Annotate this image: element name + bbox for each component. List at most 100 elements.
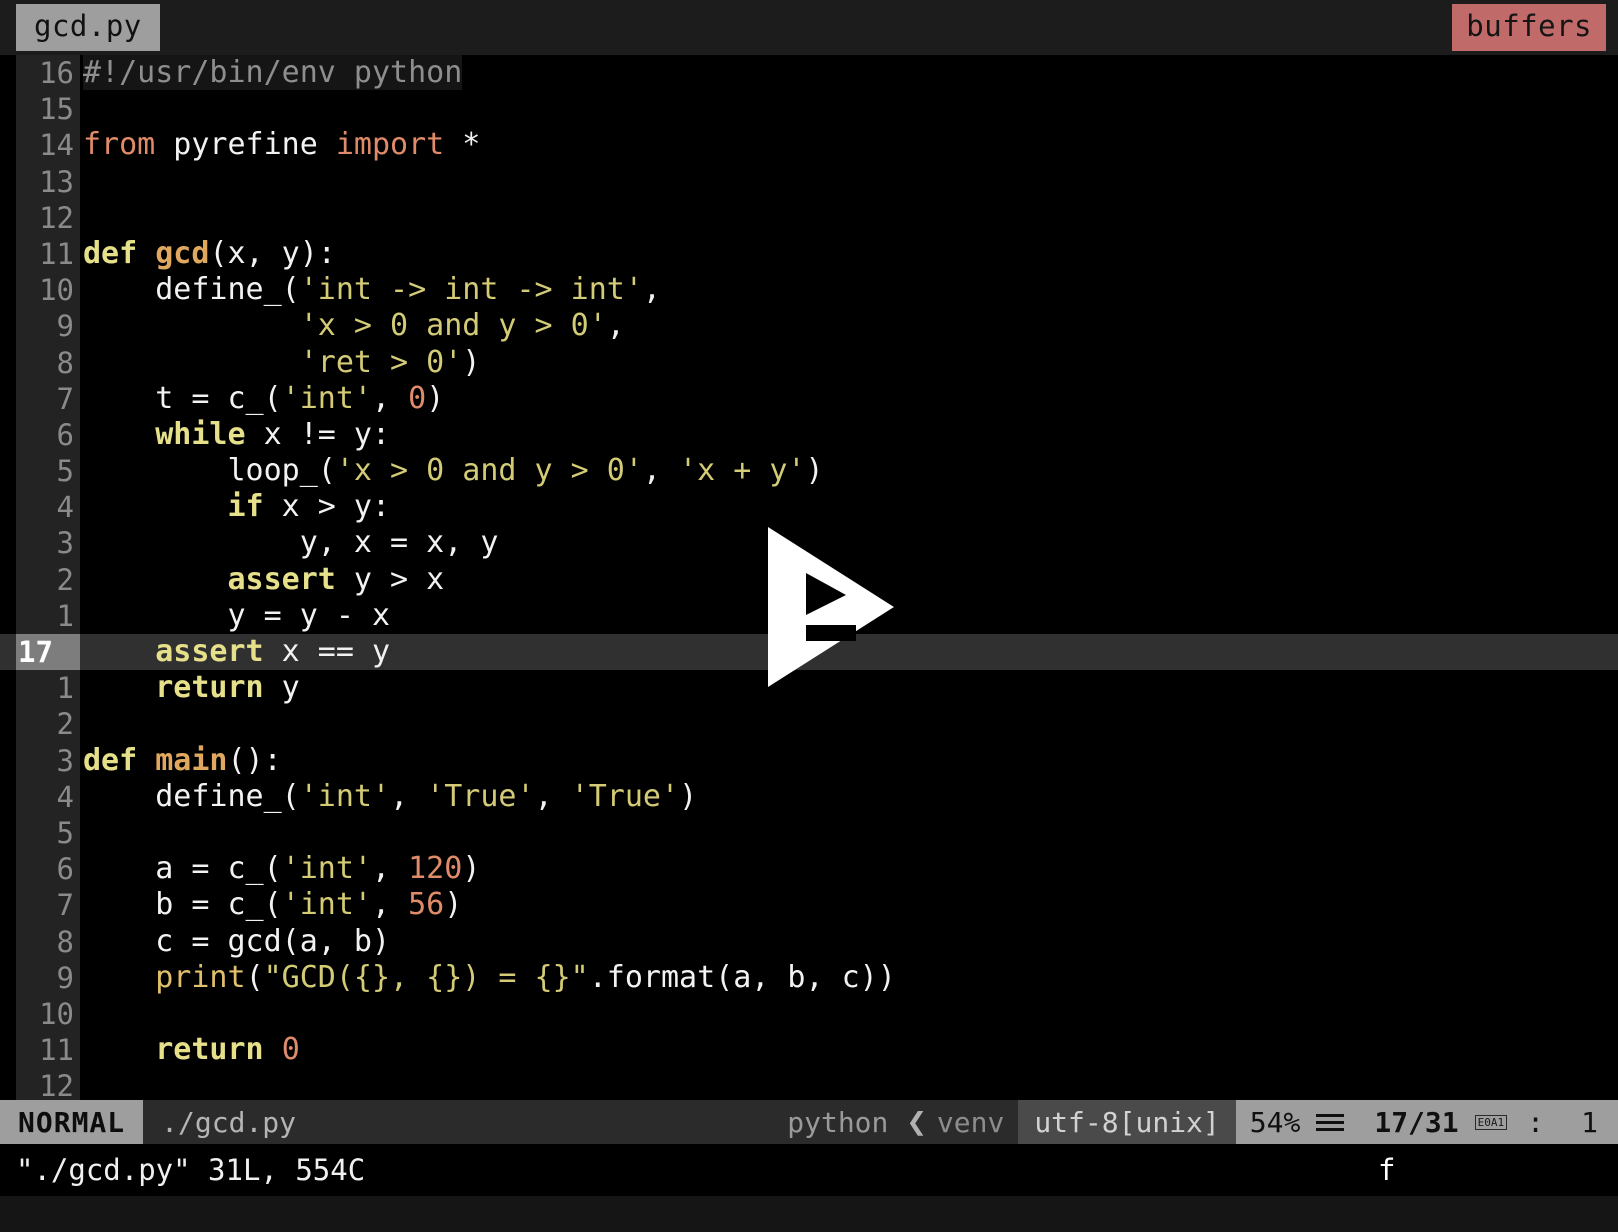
status-encoding: utf-8[unix] xyxy=(1018,1100,1236,1144)
code-token: ) xyxy=(462,344,481,380)
code-token: c = gcd(a, b) xyxy=(83,923,391,959)
code-token: .format(a, b, c)) xyxy=(588,959,896,995)
code-token: from xyxy=(83,127,156,163)
code-line[interactable]: 7 b = c_('int', 56) xyxy=(0,887,1618,923)
line-number: 7 xyxy=(56,381,74,416)
code-token: ) xyxy=(679,778,698,814)
code-line[interactable]: 11 return 0 xyxy=(0,1032,1618,1068)
code-line[interactable]: 12 xyxy=(0,200,1618,236)
chevron-left-icon: ❮ xyxy=(906,1102,927,1142)
code-token: , xyxy=(534,778,571,814)
status-venv: venv xyxy=(936,1105,1005,1139)
code-token: x > y: xyxy=(263,489,391,525)
line-text: return y xyxy=(80,670,300,706)
buffers-label[interactable]: buffers xyxy=(1452,4,1606,51)
code-token: 'int' xyxy=(281,887,372,923)
line-number: 1 xyxy=(56,598,74,633)
line-number: 3 xyxy=(56,743,74,778)
status-spacer xyxy=(314,1100,775,1144)
code-line[interactable]: 5 xyxy=(0,815,1618,851)
line-text: return 0 xyxy=(80,1032,300,1068)
command-line-message: "./gcd.py" 31L, 554C xyxy=(16,1153,366,1187)
status-column: 1 xyxy=(1581,1105,1598,1139)
line-number: 3 xyxy=(56,526,74,561)
code-line[interactable]: 2 xyxy=(0,706,1618,742)
line-text: from pyrefine import * xyxy=(80,127,480,163)
line-number: 16 xyxy=(39,56,74,90)
code-line[interactable]: 10 define_('int -> int -> int', xyxy=(0,272,1618,308)
code-line[interactable]: 16 #!/usr/bin/env python xyxy=(0,55,1618,91)
lines-icon xyxy=(1316,1113,1345,1131)
code-line[interactable]: 13 xyxy=(0,164,1618,200)
code-token: return xyxy=(155,670,264,706)
code-line[interactable]: 6 while x != y: xyxy=(0,417,1618,453)
line-number: 8 xyxy=(56,345,74,380)
play-button[interactable] xyxy=(768,527,894,687)
code-token: , xyxy=(606,308,625,344)
code-token: 'ret > 0' xyxy=(299,344,463,380)
code-token: b = c_( xyxy=(83,887,282,923)
code-token: 0 xyxy=(281,1032,300,1068)
line-number: 14 xyxy=(39,128,74,163)
code-token: ) xyxy=(462,851,481,887)
code-token: y > x xyxy=(335,561,445,597)
line-number: 15 xyxy=(39,92,74,127)
line-text: def gcd(x, y): xyxy=(80,236,336,272)
play-inner-bar-icon xyxy=(806,625,856,641)
code-token: y, x = x, y xyxy=(83,525,499,561)
code-token: 56 xyxy=(408,887,445,923)
code-line[interactable]: 8 'ret > 0') xyxy=(0,345,1618,381)
line-text: while x != y: xyxy=(80,417,390,453)
code-line[interactable]: 14 from pyrefine import * xyxy=(0,127,1618,163)
code-line[interactable]: 12 xyxy=(0,1068,1618,1100)
line-text: #!/usr/bin/env python xyxy=(80,55,463,91)
line-number: 4 xyxy=(56,490,74,525)
status-colon: : xyxy=(1527,1105,1544,1139)
status-file-path: ./gcd.py xyxy=(161,1105,297,1139)
code-token: pyrefine xyxy=(155,127,336,163)
code-token: , xyxy=(642,272,661,308)
missing-glyph-icon: E0A1 xyxy=(1474,1114,1508,1130)
code-line[interactable]: 8 c = gcd(a, b) xyxy=(0,924,1618,960)
code-token: loop_( xyxy=(83,453,336,489)
line-text: assert x == y xyxy=(80,634,390,670)
code-token: 'int' xyxy=(281,380,372,416)
code-token: 'x + y' xyxy=(679,453,806,489)
line-number: 9 xyxy=(56,309,74,344)
command-line[interactable]: "./gcd.py" 31L, 554C f xyxy=(0,1144,1618,1196)
code-line[interactable]: 15 xyxy=(0,91,1618,127)
code-line[interactable]: 4 if x > y: xyxy=(0,489,1618,525)
line-number: 9 xyxy=(56,960,74,995)
code-token: , xyxy=(390,778,427,814)
code-line[interactable]: 9 print("GCD({}, {}) = {}".format(a, b, … xyxy=(0,960,1618,996)
tab-gcd-py[interactable]: gcd.py xyxy=(16,4,160,51)
line-number: 4 xyxy=(56,779,74,814)
code-token: , xyxy=(372,851,409,887)
code-line[interactable]: 11 def gcd(x, y): xyxy=(0,236,1618,272)
code-line[interactable]: 7 t = c_('int', 0) xyxy=(0,381,1618,417)
line-text: y, x = x, y xyxy=(80,525,499,561)
status-scroll-percent: 54% xyxy=(1249,1105,1301,1139)
line-text: a = c_('int', 120) xyxy=(80,851,480,887)
line-number: 2 xyxy=(56,562,74,597)
line-text: def main(): xyxy=(80,743,282,779)
code-line[interactable]: 6 a = c_('int', 120) xyxy=(0,851,1618,887)
code-line[interactable]: 10 xyxy=(0,996,1618,1032)
code-line[interactable]: 4 define_('int', 'True', 'True') xyxy=(0,779,1618,815)
line-text: t = c_('int', 0) xyxy=(80,381,444,417)
line-number: 6 xyxy=(56,852,74,887)
code-token: 'int' xyxy=(299,778,391,814)
line-number: 11 xyxy=(39,236,74,271)
code-line[interactable]: 9 'x > 0 and y > 0', xyxy=(0,308,1618,344)
code-token: define_( xyxy=(83,778,300,814)
code-token: , xyxy=(372,887,409,923)
code-token: (): xyxy=(227,742,282,778)
line-text: y = y - x xyxy=(80,598,390,634)
code-line[interactable]: 3 def main(): xyxy=(0,743,1618,779)
code-line[interactable]: 5 loop_('x > 0 and y > 0', 'x + y') xyxy=(0,453,1618,489)
